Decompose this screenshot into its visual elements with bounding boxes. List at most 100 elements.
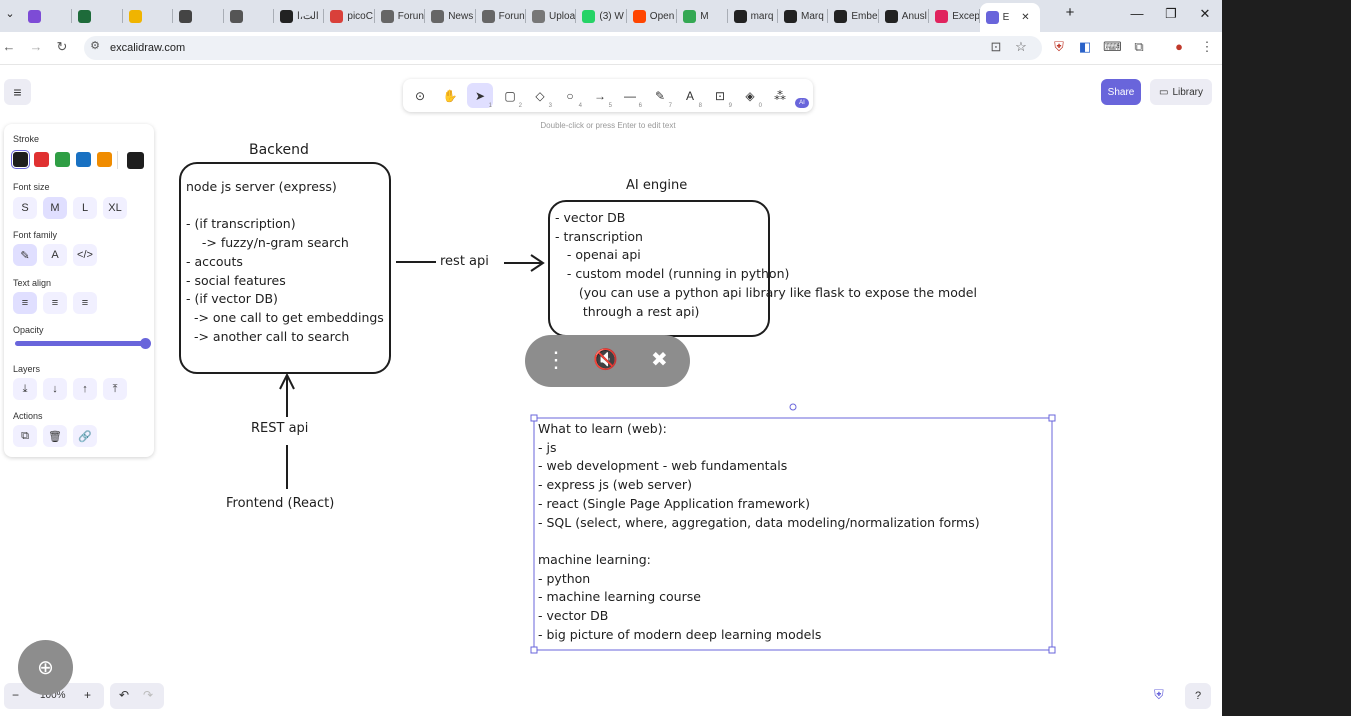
stroke-color-swatch[interactable]	[97, 152, 112, 167]
zoom-in-button[interactable]: +	[84, 688, 91, 702]
browser-tab[interactable]: الت،ا	[274, 4, 325, 28]
browser-tab[interactable]: marq	[728, 4, 778, 28]
more-tool-button[interactable]: ⁂	[767, 83, 793, 108]
action-button[interactable]: ⧉	[13, 425, 37, 447]
font-family-button[interactable]: </>	[73, 244, 97, 266]
browser-tab[interactable]	[173, 4, 224, 28]
font-size-button[interactable]: S	[13, 197, 37, 219]
diamond-tool-button[interactable]: ◇ 3	[527, 83, 553, 110]
stroke-color-swatch[interactable]	[13, 152, 28, 167]
browser-tab[interactable]	[224, 4, 274, 28]
ellipse-tool-button[interactable]: ○ 4	[557, 83, 583, 110]
install-app-icon[interactable]: ⊡	[987, 39, 1005, 55]
overlay-unpin-icon[interactable]: ✖	[651, 347, 668, 372]
ai-engine-title[interactable]: AI engine	[626, 178, 687, 193]
action-button[interactable]: 🔗	[73, 425, 97, 447]
backend-title[interactable]: Backend	[249, 142, 309, 158]
tab-search-chevron-icon[interactable]: ⌄	[0, 7, 20, 20]
text-align-button[interactable]: ≡	[73, 292, 97, 314]
browser-tab[interactable]: Open	[627, 4, 678, 28]
browser-tab[interactable]: Forun	[476, 4, 526, 28]
site-info-icon[interactable]: ⚙	[86, 39, 104, 52]
selection-tool-button[interactable]: ➤ 1	[467, 83, 493, 109]
browser-tab[interactable]: News	[425, 4, 476, 28]
extension-icon[interactable]: ◧	[1076, 39, 1094, 55]
new-tab-button[interactable]: +	[1060, 4, 1080, 21]
text-align-button[interactable]: ≡	[43, 292, 67, 314]
layer-order-button[interactable]: ↓	[43, 378, 67, 400]
layer-order-button[interactable]: ↑	[73, 378, 97, 400]
rest-api-arrow-label[interactable]: rest api	[440, 254, 489, 269]
extension-shield-icon[interactable]: ⛨	[1050, 39, 1068, 55]
main-menu-button[interactable]: ≡	[4, 79, 31, 105]
stroke-color-swatch[interactable]	[76, 152, 91, 167]
extension-keyboard-icon[interactable]: ⌨	[1103, 39, 1122, 55]
rest-api-vertical-label[interactable]: REST api	[251, 421, 308, 436]
font-family-button[interactable]: A	[43, 244, 67, 266]
browser-tab[interactable]: (3) W	[576, 4, 627, 28]
address-bar[interactable]	[84, 36, 1042, 60]
share-button[interactable]: Share	[1101, 79, 1141, 105]
current-stroke-color[interactable]	[127, 152, 144, 169]
text-line: - SQL (select, where, aggregation, data …	[538, 514, 980, 530]
text-line: - express js (web server)	[538, 477, 692, 493]
browser-tab[interactable]: Excep	[929, 4, 980, 28]
browser-tab[interactable]: Anusl	[879, 4, 930, 28]
bookmark-star-icon[interactable]: ☆	[1012, 39, 1030, 55]
font-size-button[interactable]: L	[73, 197, 97, 219]
browser-tab[interactable]	[22, 4, 73, 28]
reload-icon[interactable]: ↻	[53, 39, 71, 55]
font-size-button[interactable]: M	[43, 197, 67, 219]
restore-button[interactable]: ❐	[1161, 6, 1181, 22]
stroke-color-swatch[interactable]	[34, 152, 49, 167]
extensions-puzzle-icon[interactable]: ⧉	[1130, 39, 1148, 55]
layer-order-button[interactable]: ⤒	[103, 378, 127, 400]
shield-icon[interactable]: ⛨	[1154, 687, 1164, 703]
font-family-button[interactable]: ✎	[13, 244, 37, 266]
text-tool-button[interactable]: A8	[677, 83, 703, 110]
browser-tab[interactable]: M	[677, 4, 728, 28]
minimize-button[interactable]: —	[1127, 6, 1147, 21]
browser-menu-icon[interactable]: ⋮	[1198, 39, 1216, 55]
zoom-out-button[interactable]: −	[12, 688, 19, 702]
window-close-button[interactable]: ✕	[1195, 6, 1215, 22]
font-size-button[interactable]: XL	[103, 197, 127, 219]
overlay-mute-icon[interactable]: 🔇	[593, 347, 618, 372]
opacity-slider-track[interactable]	[15, 341, 146, 346]
drawing-canvas[interactable]: Backend node js server (express) - (if tr…	[0, 65, 1222, 716]
browser-tab[interactable]	[72, 4, 123, 28]
opacity-slider-knob[interactable]	[140, 338, 151, 349]
rectangle-tool-button[interactable]: ▢ 2	[497, 83, 523, 110]
layer-order-button[interactable]: ⤓	[13, 378, 37, 400]
tab-close-icon[interactable]: ✕	[1021, 12, 1029, 23]
browser-tab[interactable]: Forun	[375, 4, 426, 28]
browser-tab[interactable]: Uploa	[526, 4, 577, 28]
undo-button[interactable]: ↶	[119, 688, 129, 702]
image-tool-button[interactable]: ⊡ 9	[707, 83, 733, 110]
redo-button[interactable]: ↷	[143, 688, 153, 702]
draw-tool-button[interactable]: ✎ 7	[647, 83, 673, 110]
library-button[interactable]: ▭ Library	[1150, 79, 1212, 105]
resize-handle-nw	[530, 414, 538, 422]
overlay-more-icon[interactable]: ⋮	[545, 347, 567, 373]
magnifier-zoom-icon[interactable]: ⊕	[18, 640, 73, 695]
browser-tab[interactable]: Marq	[778, 4, 829, 28]
browser-tab[interactable]: picoC	[324, 4, 375, 28]
back-icon[interactable]: ←	[0, 39, 18, 54]
forward-icon[interactable]: →	[27, 39, 45, 54]
profile-avatar[interactable]: ●	[1170, 39, 1188, 54]
browser-tab[interactable]: E ✕	[979, 3, 1040, 32]
lock-tool-button[interactable]: ⊙	[407, 83, 433, 108]
stroke-color-swatch[interactable]	[55, 152, 70, 167]
action-button[interactable]: 🗑	[43, 425, 67, 447]
line-tool-button[interactable]: —6	[617, 83, 643, 110]
arrow-tool-button[interactable]: → 5	[587, 83, 613, 110]
browser-tab[interactable]: Embe	[828, 4, 879, 28]
help-button[interactable]: ?	[1185, 683, 1211, 709]
frontend-label[interactable]: Frontend (React)	[226, 496, 334, 511]
hand-tool-button[interactable]: ✋	[437, 83, 463, 108]
eraser-tool-button[interactable]: ◈ 0	[737, 83, 763, 110]
text-align-button[interactable]: ≡	[13, 292, 37, 314]
url-text[interactable]: excalidraw.com	[110, 42, 185, 54]
browser-tab[interactable]	[123, 4, 174, 28]
